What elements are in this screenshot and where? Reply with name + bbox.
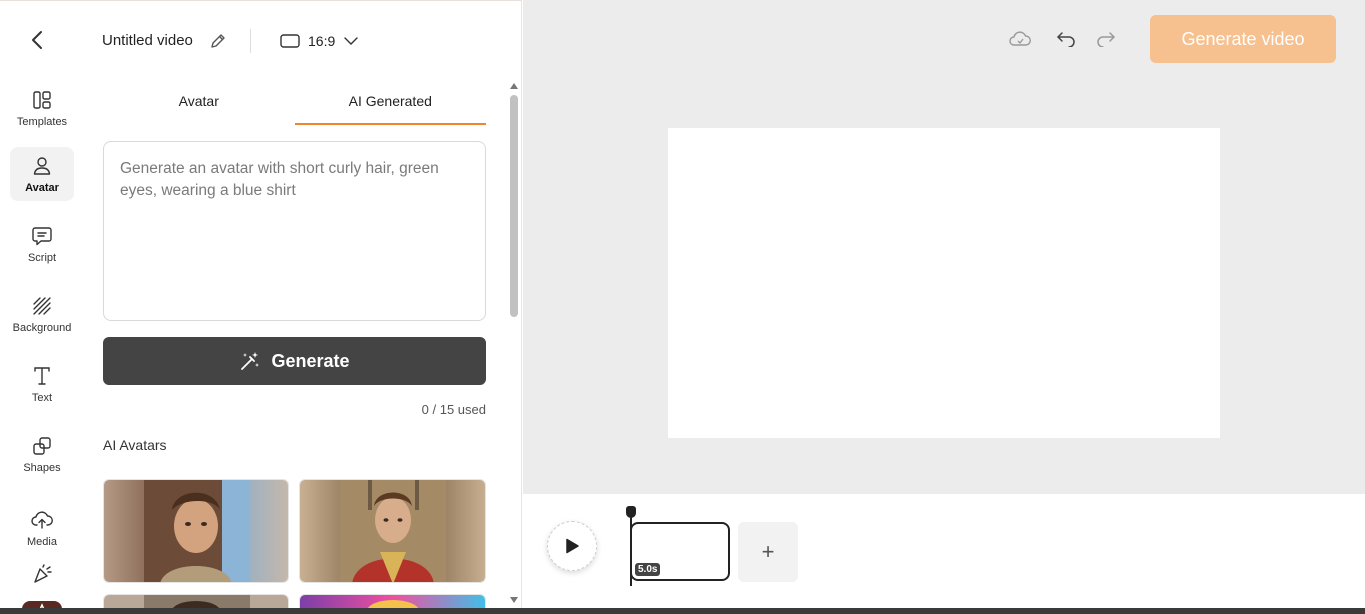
chat-bubble-icon: [32, 226, 52, 245]
pencil-icon[interactable]: [208, 31, 228, 51]
redo-icon: [1097, 32, 1115, 47]
redo-button[interactable]: [1093, 26, 1119, 52]
sidebar-item-label: Text: [31, 391, 53, 404]
editor-topbar: Untitled video 16:9: [0, 1, 522, 79]
avatar-thumbnail: [300, 480, 485, 582]
clip-duration: 5.0s: [635, 563, 661, 576]
sidebar-item-label: Background: [12, 321, 72, 334]
sidebar-item-label: Shapes: [23, 461, 61, 474]
avatar-prompt-input[interactable]: [120, 158, 469, 304]
cloud-icon: [1009, 31, 1031, 46]
sidebar-item-templates[interactable]: Templates: [10, 81, 74, 135]
sidebar-item-label: Avatar: [25, 181, 59, 194]
party-popper-icon: [34, 564, 52, 583]
undo-icon: [1057, 32, 1075, 47]
hatch-pattern-icon: [33, 296, 51, 315]
timeline: 5.0s +: [523, 494, 1365, 608]
panel-tabs: Avatar AI Generated: [103, 79, 486, 125]
section-title: AI Avatars: [103, 437, 167, 453]
generate-button[interactable]: Generate: [103, 337, 486, 385]
magic-wand-icon: [241, 352, 260, 370]
side-nav: Templates Avatar Script Background Text …: [0, 79, 84, 614]
sidebar-item-label: Templates: [16, 115, 68, 128]
generate-button-label: Generate: [271, 350, 350, 371]
avatar-thumbnail: [104, 480, 288, 582]
tab-avatar[interactable]: Avatar: [103, 79, 295, 125]
video-title[interactable]: Untitled video: [102, 32, 193, 49]
sidebar-item-media[interactable]: Media: [10, 501, 74, 555]
person-icon: [33, 156, 51, 175]
video-canvas[interactable]: [668, 128, 1220, 438]
divider: [250, 29, 251, 53]
cloud-upload-icon: [31, 510, 53, 529]
undo-button[interactable]: [1053, 26, 1079, 52]
scroll-down-arrow-icon: [510, 597, 518, 603]
sidebar-item-text[interactable]: Text: [10, 357, 74, 411]
sidebar-item-shapes[interactable]: Shapes: [10, 427, 74, 481]
avatar-card[interactable]: [299, 479, 486, 583]
scrollbar-thumb[interactable]: [510, 95, 518, 317]
play-icon: [566, 538, 579, 554]
play-button[interactable]: [547, 521, 597, 571]
avatar-panel: Avatar AI Generated Generate 0 / 15 used…: [103, 79, 486, 614]
sidebar-item-background[interactable]: Background: [10, 287, 74, 341]
usage-counter: 0 / 15 used: [421, 402, 486, 417]
aspect-ratio-select[interactable]: 16:9: [280, 30, 359, 52]
left-panel: Untitled video 16:9 Templates Avatar Scr…: [0, 0, 522, 614]
timeline-clip[interactable]: 5.0s: [630, 522, 730, 581]
playhead-handle[interactable]: [626, 506, 636, 518]
sidebar-item-label: Media: [27, 535, 57, 548]
tab-ai-generated[interactable]: AI Generated: [294, 79, 486, 125]
generate-video-button[interactable]: Generate video: [1150, 15, 1336, 63]
aspect-ratio-value: 16:9: [308, 33, 336, 49]
templates-icon: [33, 90, 51, 109]
playhead[interactable]: [630, 512, 632, 586]
chevron-left-icon: [32, 31, 42, 49]
sidebar-item-script[interactable]: Script: [10, 217, 74, 271]
sidebar-item-label: Script: [27, 251, 57, 264]
workspace: Generate video: [523, 0, 1365, 494]
text-icon: [34, 366, 50, 385]
panel-scrollbar[interactable]: [508, 83, 520, 607]
add-clip-button[interactable]: +: [738, 522, 798, 582]
chevron-down-icon: [344, 37, 358, 45]
bottom-bar: [0, 608, 1365, 614]
cloud-save-button[interactable]: [1007, 26, 1033, 52]
scroll-up-arrow-icon: [510, 83, 518, 89]
shapes-icon: [33, 436, 51, 455]
sidebar-item-avatar[interactable]: Avatar: [10, 147, 74, 201]
screen-icon: [280, 34, 300, 48]
avatar-card[interactable]: [103, 479, 289, 583]
sidebar-item-effects[interactable]: [10, 563, 74, 593]
prompt-container: [103, 141, 486, 321]
back-button[interactable]: [22, 25, 52, 55]
